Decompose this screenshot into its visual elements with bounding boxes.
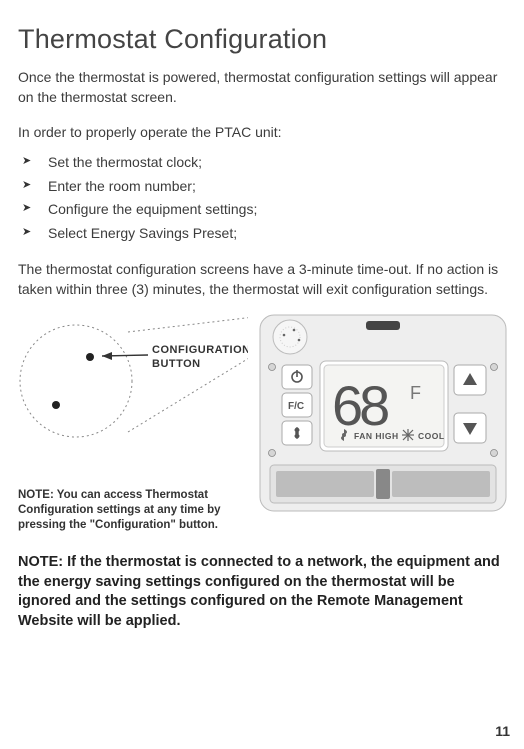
fc-button[interactable]: F/C [282,393,312,417]
thermostat-diagram: F/C [258,313,508,513]
temp-up-button[interactable] [454,365,486,395]
power-button[interactable] [282,365,312,389]
svg-text:F/C: F/C [288,401,304,412]
steps-list: Set the thermostat clock; Enter the room… [22,152,506,245]
sub-paragraph: In order to properly operate the PTAC un… [18,122,506,142]
config-button-zoom-diagram: CONFIGURATION BUTTON [18,313,248,473]
step-item: Select Energy Savings Preset; [22,223,506,245]
note-network-override: NOTE: If the thermostat is connected to … [18,553,506,631]
temp-down-button[interactable] [454,413,486,443]
display-fan-setting: FAN HIGH [354,431,399,441]
page-title: Thermostat Conﬁguration [18,24,506,55]
display-unit: F [410,383,421,403]
step-item: Set the thermostat clock; [22,152,506,174]
display-mode: COOL [418,431,445,441]
display-temperature: 68 [332,374,388,437]
timeout-paragraph: The thermostat conﬁguration screens have… [18,259,506,300]
config-button-label-line1: CONFIGURATION [152,344,248,356]
snowflake-icon [402,429,414,441]
slider-handle[interactable] [376,469,390,499]
config-button-label-line2: BUTTON [152,358,201,370]
intro-paragraph: Once the thermostat is powered, thermost… [18,67,506,108]
step-item: Enter the room number; [22,176,506,198]
step-item: Conﬁgure the equipment settings; [22,199,506,221]
fan-button[interactable] [282,421,312,445]
page-number: 11 [495,723,510,739]
note-config-access: NOTE: You can access Thermostat Conﬁgura… [18,488,248,533]
